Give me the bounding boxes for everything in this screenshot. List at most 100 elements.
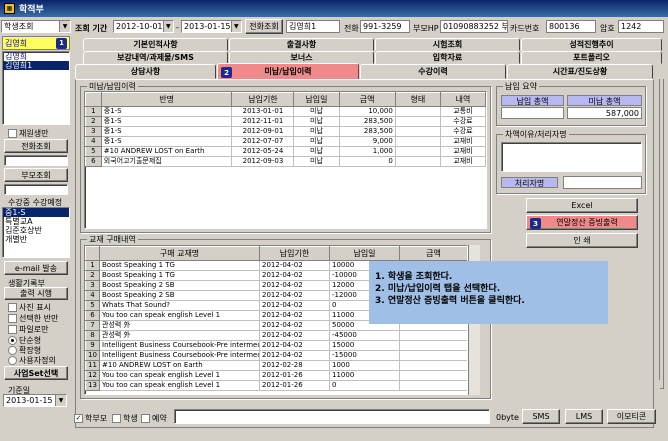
file-only-checkbox[interactable]: 파일로만 — [8, 324, 48, 335]
parent-recipient-checkbox[interactable]: ✓ 학부모 — [74, 413, 107, 424]
chevron-down-icon[interactable]: ▼ — [230, 21, 241, 32]
table-row[interactable]: 9 Intelligent Business Coursebook-Pre int… — [85, 340, 467, 351]
paid-total-label: 납입 총액 — [501, 95, 564, 106]
column-header[interactable]: 납입기한 — [259, 246, 330, 261]
parent-hp-field[interactable]: 01090883252 부01 — [440, 20, 508, 33]
tab-portfolio[interactable]: 포트폴리오 — [521, 51, 662, 64]
table-cell: 교재비 — [439, 136, 486, 147]
list-item[interactable]: 김영희1 — [3, 61, 69, 70]
print-button[interactable]: 인 쇄 — [526, 233, 638, 248]
reserve-checkbox[interactable]: 예약 — [141, 413, 167, 424]
column-header[interactable]: 형태 — [394, 92, 441, 107]
tab-supplement-sms[interactable]: 보강내역/과제물/SMS — [83, 51, 228, 64]
parent-lookup-input[interactable] — [4, 184, 68, 195]
table-cell: 2012-11-01 — [231, 116, 295, 127]
table-row[interactable]: 4 중1-S 2012-07-07 미납 9,000 교재비 — [85, 136, 486, 147]
table-cell — [399, 340, 467, 351]
tab-payment-history[interactable]: 2 미납/납입이력 — [217, 63, 359, 80]
class-list[interactable]: 중1-S 특별교A 김준호상반 개별반 — [2, 207, 70, 258]
table-row[interactable]: 2 중1-S 2012-11-01 미납 283,500 수강료 — [85, 116, 486, 127]
custom-type-radio[interactable]: 사용자정의 — [8, 355, 56, 366]
chevron-down-icon[interactable]: ▼ — [55, 395, 66, 406]
table-row[interactable]: 3 중1-S 2012-09-01 미납 283,500 수강료 — [85, 126, 486, 137]
emoticon-button[interactable]: 이모티콘 — [607, 409, 656, 424]
column-header[interactable]: 반명 — [100, 92, 233, 107]
student-list[interactable]: 김영희 김영희1 — [2, 51, 70, 125]
column-header[interactable]: 금액 — [399, 246, 467, 261]
table-cell: 5 — [85, 146, 102, 157]
tab-exam-lookup[interactable]: 시험조회 — [375, 38, 520, 51]
phone-lookup-button[interactable]: 전화조회 — [4, 139, 68, 153]
chevron-down-icon[interactable]: ▼ — [162, 21, 173, 32]
table-cell: 4 — [85, 136, 102, 147]
app-icon: ▦ — [4, 3, 15, 14]
table-cell: 미납 — [293, 126, 340, 137]
set-select-button[interactable]: 사업Set선택 — [4, 366, 68, 380]
date-to-picker[interactable]: 2013-01-15 ▼ — [181, 20, 242, 33]
show-photo-checkbox[interactable]: 사진 표시 — [8, 302, 51, 313]
column-header[interactable]: 납입일 — [329, 246, 400, 261]
list-item[interactable]: 특별교A — [3, 217, 69, 226]
table-row[interactable]: 5 #10 ANDREW LOST on Earth 2012-05-24 미납 1,0… — [85, 146, 486, 157]
table-cell: 2012-07-07 — [231, 136, 295, 147]
base-date-picker[interactable]: 2013-01-15 ▼ — [3, 394, 67, 407]
column-header[interactable]: 금액 — [338, 92, 396, 107]
parent-lookup-button[interactable]: 부모조회 — [4, 168, 68, 182]
tab-counseling[interactable]: 상담사항 — [75, 64, 216, 79]
excel-button[interactable]: Excel — [526, 198, 638, 213]
table-row[interactable]: 13 You too can speak english Level 1 2012-… — [85, 380, 467, 391]
handler-label: 처리자명 — [501, 177, 558, 188]
handler-field[interactable] — [563, 176, 642, 189]
date-from-picker[interactable]: 2012-10-01 ▼ — [113, 20, 174, 33]
sms-button[interactable]: SMS — [522, 409, 560, 424]
reenroll-only-checkbox[interactable]: 재원생만 — [8, 128, 48, 139]
table-cell: 2012-04-02 — [259, 340, 330, 351]
paid-total-value — [501, 107, 564, 119]
table-cell: 미납 — [293, 116, 340, 127]
tab-schedule-progress[interactable]: 시간표/진도상황 — [507, 64, 653, 79]
password-field[interactable]: 1242 — [618, 20, 664, 33]
selected-class-checkbox[interactable]: 선택한 반만 — [8, 313, 58, 324]
table-row[interactable]: 6 외국어고기출문제집 2012-09-03 미납 0 교재비 — [85, 156, 486, 167]
phone-search-button[interactable]: 전화조회 — [245, 19, 283, 34]
year-end-cert-button[interactable]: 3 연말정산 증빙출력 — [526, 215, 638, 230]
column-header[interactable]: 납입일 — [293, 92, 340, 107]
table-cell: 15000 — [329, 340, 400, 351]
table-row[interactable]: 8 관성력 外 2012-04-02 -45000 — [85, 330, 467, 341]
table-row[interactable]: 12 You too can speak english Level 1 2012-… — [85, 370, 467, 381]
student-search-combo[interactable]: 학생조회 ▼ — [1, 20, 71, 33]
table-cell — [394, 146, 441, 157]
chevron-down-icon[interactable]: ▼ — [59, 21, 70, 32]
sms-message-input[interactable] — [174, 409, 490, 424]
table-cell: 13 — [85, 380, 100, 391]
tab-admission[interactable]: 입학자료 — [375, 51, 520, 64]
print-record-button[interactable]: 출력 시행 — [4, 287, 68, 300]
student-recipient-checkbox[interactable]: 학생 — [112, 413, 138, 424]
lms-button[interactable]: LMS — [565, 409, 603, 424]
table-row[interactable]: 1 중1-S 2013-01-01 미납 10,000 교통비 — [85, 106, 486, 117]
tab-class-history[interactable]: 수강이력 — [360, 64, 506, 79]
table-cell: Boost Speaking 2 SB — [99, 290, 260, 301]
table-row[interactable]: 11 #10 ANDREW LOST on Earth 2012-02-28 1000 — [85, 360, 467, 371]
column-header[interactable]: 내역 — [439, 92, 486, 107]
list-item[interactable]: 중1-S — [3, 208, 69, 217]
list-item[interactable]: 김영희 — [3, 52, 69, 61]
table-cell: 미납 — [293, 156, 340, 167]
card-number-field[interactable]: 800136 — [546, 20, 596, 33]
column-header[interactable]: 구매 교재명 — [99, 246, 260, 261]
table-row[interactable]: 10 Intelligent Business Coursebook-Pre in… — [85, 350, 467, 361]
column-header[interactable]: 납입기한 — [231, 92, 295, 107]
tab-basic-info[interactable]: 기본인적사항 — [83, 38, 228, 51]
selected-student-box[interactable]: 김영희 1 — [2, 36, 70, 50]
table-cell: 교재비 — [439, 146, 486, 157]
reason-textarea[interactable] — [501, 142, 642, 172]
list-item[interactable]: 김준호상반 — [3, 226, 69, 235]
payment-table[interactable]: 반명 납입기한 납입일 금액 형태 내역 1 중1-S 2013-01-01 미납 10… — [84, 91, 487, 229]
phone-field[interactable]: 991-3259 — [360, 20, 410, 33]
list-item[interactable]: 개별반 — [3, 235, 69, 244]
tab-attendance[interactable]: 출결사항 — [229, 38, 374, 51]
email-send-button[interactable]: e-mail 발송 — [4, 261, 68, 275]
tab-grade-trend[interactable]: 성적진행추이 — [521, 38, 662, 51]
phone-lookup-input[interactable] — [4, 155, 68, 166]
student-name-field[interactable]: 김영희1 — [286, 20, 340, 33]
